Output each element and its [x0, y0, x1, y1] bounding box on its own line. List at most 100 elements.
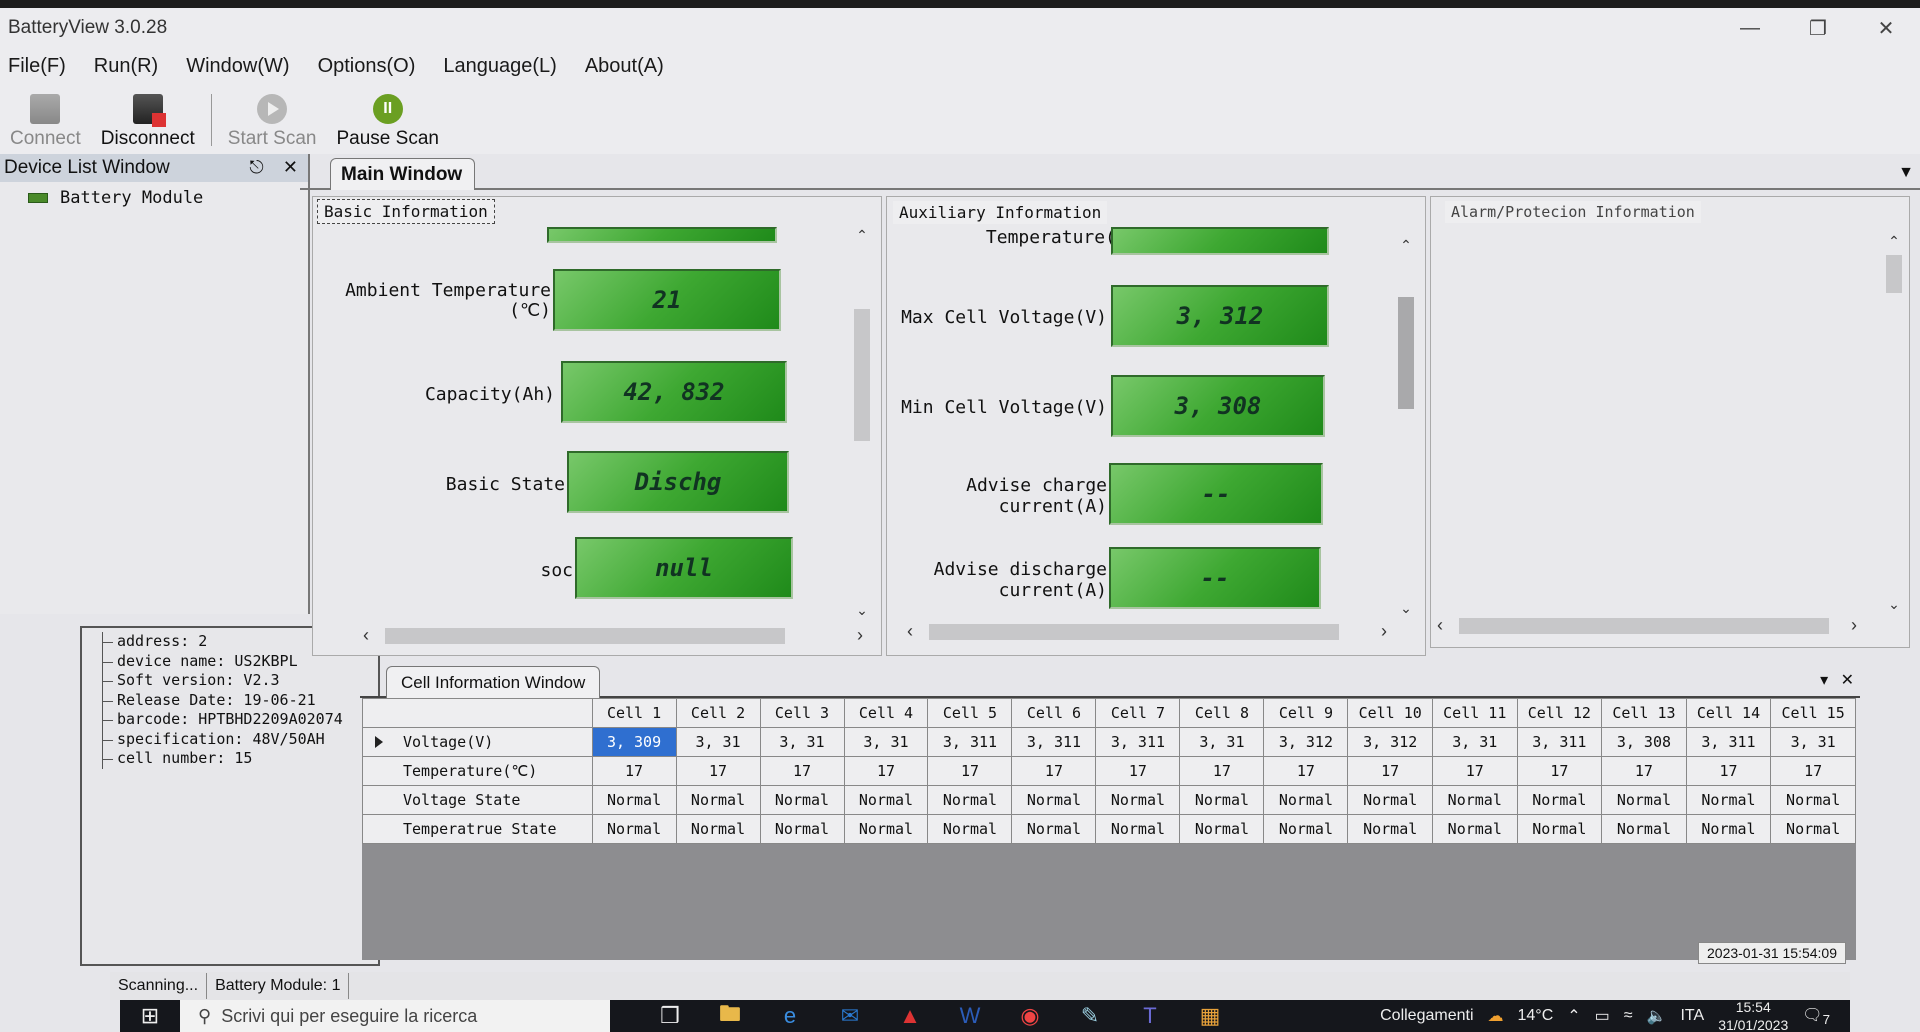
cell-value[interactable]: Normal [1431, 785, 1518, 815]
cell-value[interactable]: 17 [1179, 756, 1265, 786]
scroll-left-icon[interactable]: ‹ [1437, 615, 1443, 636]
windows-start-icon[interactable]: ⊞ [120, 1000, 180, 1032]
cell-value[interactable]: Normal [1179, 785, 1265, 815]
cell-value[interactable]: Normal [1601, 785, 1687, 815]
cell-column-header[interactable]: Cell 15 [1770, 698, 1856, 728]
basic-horizontal-scrollbar[interactable]: ‹ › [363, 625, 863, 647]
volume-icon[interactable]: 🔈 [1647, 1006, 1667, 1026]
cell-value[interactable]: Normal [1516, 814, 1603, 844]
acrobat-icon[interactable]: ▲ [880, 1000, 940, 1032]
batteryview-taskbar-icon[interactable]: ▦ [1180, 1000, 1240, 1032]
battery-tray-icon[interactable]: ▭ [1595, 1006, 1610, 1026]
connect-button[interactable]: Connect [0, 94, 91, 154]
scroll-thumb[interactable] [1886, 255, 1902, 293]
scroll-right-icon[interactable]: › [1851, 615, 1857, 636]
cell-value[interactable]: Normal [1095, 785, 1181, 815]
cell-column-header[interactable]: Cell 8 [1179, 698, 1265, 728]
menu-window[interactable]: Window(W) [172, 55, 303, 78]
tab-main-window[interactable]: Main Window [330, 158, 476, 190]
cell-value[interactable]: Normal [1770, 814, 1856, 844]
scroll-right-icon[interactable]: › [1381, 621, 1387, 642]
cell-value[interactable]: 3, 31 [843, 727, 929, 757]
tree-item-battery-module[interactable]: Battery Module [0, 182, 308, 208]
edge-icon[interactable]: e [760, 1000, 820, 1032]
cell-column-header[interactable]: Cell 12 [1516, 698, 1603, 728]
cell-value[interactable]: 3, 31 [1770, 727, 1856, 757]
cell-value[interactable]: 3, 311 [1011, 727, 1097, 757]
cell-value[interactable]: 17 [675, 756, 761, 786]
cell-column-header[interactable]: Cell 5 [927, 698, 1013, 728]
cell-value[interactable]: Normal [591, 785, 677, 815]
menu-language[interactable]: Language(L) [429, 55, 570, 78]
scroll-down-icon[interactable]: ⌄ [1395, 600, 1417, 617]
cell-value[interactable]: 17 [1770, 756, 1856, 786]
cell-value[interactable]: 3, 312 [1347, 727, 1433, 757]
cell-value[interactable]: 3, 311 [1516, 727, 1603, 757]
scroll-up-icon[interactable]: ⌃ [1395, 237, 1417, 254]
cell-column-header[interactable]: Cell 3 [759, 698, 845, 728]
cell-value[interactable]: 3, 309 [591, 727, 677, 757]
cell-value[interactable]: Normal [1685, 814, 1772, 844]
weather-icon[interactable]: ☁ [1488, 1006, 1504, 1026]
cell-column-header[interactable]: Cell 14 [1685, 698, 1772, 728]
cell-value[interactable]: 17 [843, 756, 929, 786]
close-icon[interactable]: ✕ [1841, 672, 1854, 689]
cell-value[interactable]: Normal [759, 814, 845, 844]
cell-column-header[interactable]: Cell 13 [1601, 698, 1687, 728]
cell-value[interactable]: Normal [675, 785, 761, 815]
menu-about[interactable]: About(A) [571, 55, 678, 78]
cell-column-header[interactable]: Cell 7 [1095, 698, 1181, 728]
cell-value[interactable]: 17 [1685, 756, 1772, 786]
links-toolbar[interactable]: Collegamenti [1380, 1007, 1473, 1025]
aux-horizontal-scrollbar[interactable]: ‹ › [907, 621, 1387, 643]
weather-temp[interactable]: 14°C [1518, 1007, 1554, 1025]
cell-value[interactable]: Normal [843, 785, 929, 815]
cell-column-header[interactable]: Cell 4 [843, 698, 929, 728]
teams-icon[interactable]: T [1120, 1000, 1180, 1032]
cell-value[interactable]: 3, 311 [927, 727, 1013, 757]
cell-value[interactable]: 17 [927, 756, 1013, 786]
menu-run[interactable]: Run(R) [80, 55, 172, 78]
scroll-thumb[interactable] [929, 624, 1339, 640]
scroll-left-icon[interactable]: ‹ [363, 625, 369, 646]
basic-vertical-scrollbar[interactable]: ⌃ ⌄ [851, 227, 873, 619]
menu-options[interactable]: Options(O) [304, 55, 430, 78]
cell-column-header[interactable]: Cell 10 [1347, 698, 1433, 728]
cell-value[interactable]: 17 [1431, 756, 1518, 786]
scroll-up-icon[interactable]: ⌃ [1883, 233, 1905, 250]
cell-value[interactable]: Normal [1179, 814, 1265, 844]
scroll-right-icon[interactable]: › [857, 625, 863, 646]
scroll-up-icon[interactable]: ⌃ [851, 227, 873, 244]
cell-column-header[interactable]: Cell 2 [675, 698, 761, 728]
cell-value[interactable]: Normal [1770, 785, 1856, 815]
cell-value[interactable]: 3, 308 [1601, 727, 1687, 757]
cell-value[interactable]: Normal [591, 814, 677, 844]
cell-value[interactable]: 17 [1095, 756, 1181, 786]
close-button[interactable]: ✕ [1852, 8, 1920, 48]
cell-value[interactable]: 17 [591, 756, 677, 786]
notifications-icon[interactable]: 🗨7 [1802, 1005, 1830, 1027]
outlook-icon[interactable]: ✉ [820, 1000, 880, 1032]
scroll-thumb[interactable] [1398, 297, 1414, 409]
cell-value[interactable]: 3, 311 [1685, 727, 1772, 757]
pause-scan-button[interactable]: II Pause Scan [327, 94, 449, 154]
start-scan-button[interactable]: Start Scan [218, 94, 327, 154]
chevron-down-icon[interactable]: ▾ [1820, 672, 1828, 689]
scroll-thumb[interactable] [854, 309, 870, 441]
cell-value[interactable]: 17 [759, 756, 845, 786]
task-view-icon[interactable]: ❒ [640, 1000, 700, 1032]
tray-chevron-up-icon[interactable]: ⌃ [1567, 1006, 1580, 1026]
wifi-icon[interactable]: ≈ [1624, 1007, 1633, 1025]
cell-column-header[interactable]: Cell 9 [1263, 698, 1349, 728]
cell-value[interactable]: Normal [1347, 785, 1433, 815]
minimize-button[interactable]: — [1716, 8, 1784, 48]
aux-vertical-scrollbar[interactable]: ⌃ ⌄ [1395, 237, 1417, 617]
cell-value[interactable]: Normal [1601, 814, 1687, 844]
cell-column-header[interactable]: Cell 11 [1431, 698, 1518, 728]
cell-value[interactable]: 3, 312 [1263, 727, 1349, 757]
cell-value[interactable]: 17 [1347, 756, 1433, 786]
scroll-left-icon[interactable]: ‹ [907, 621, 913, 642]
cell-value[interactable]: 3, 31 [1431, 727, 1518, 757]
cell-value[interactable]: Normal [675, 814, 761, 844]
cell-value[interactable]: Normal [843, 814, 929, 844]
